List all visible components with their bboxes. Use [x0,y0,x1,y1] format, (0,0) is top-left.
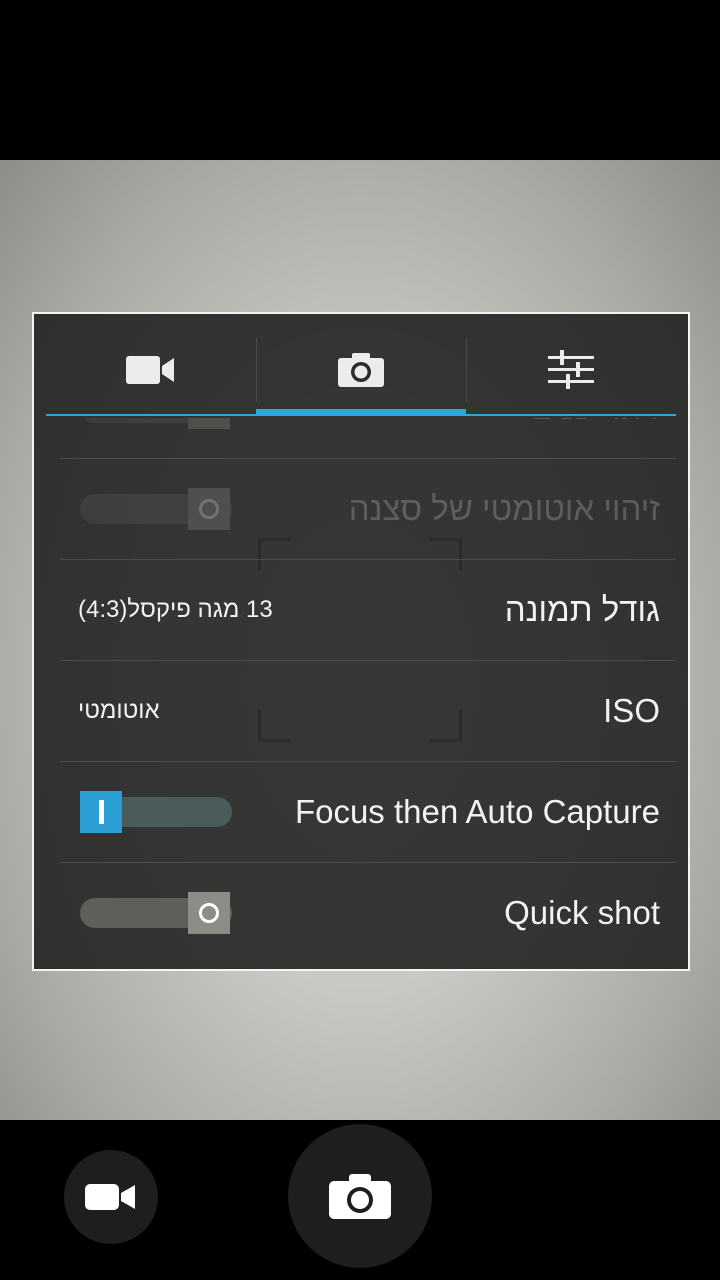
setting-label: ISO [603,692,660,729]
shutter-button[interactable] [288,1124,432,1268]
video-camera-icon [126,356,174,384]
setting-picture-size[interactable]: גודל תמונה 13 מגה פיקסל(4:3) [60,560,676,661]
tab-photo-settings[interactable] [256,338,466,402]
camera-icon [338,353,384,387]
focus-auto-capture-toggle[interactable] [80,791,232,833]
settings-list[interactable]: זיהוי פנים זיהוי אוטומטי של סצנה גודל תמ… [34,418,688,969]
setting-iso[interactable]: ISO אוטומטי [60,661,676,762]
settings-tabs [46,314,676,416]
tab-general-settings[interactable] [466,338,676,402]
face-detection-toggle[interactable] [80,418,232,429]
quick-shot-toggle[interactable] [80,892,232,934]
record-video-button[interactable] [64,1150,158,1244]
setting-value: אוטומטי [78,697,160,724]
setting-label: Focus then Auto Capture [294,793,660,830]
setting-label: זיהוי אוטומטי של סצנה [348,490,660,527]
setting-label: זיהוי פנים [531,418,660,458]
setting-label: גודל תמונה [504,591,660,628]
selected-tab-indicator [256,409,466,416]
sliders-icon [548,350,594,389]
setting-face-detection[interactable]: זיהוי פנים [60,418,676,459]
setting-value: 13 מגה פיקסל(4:3) [78,596,273,623]
camera-icon [329,1174,391,1219]
setting-label: Quick shot [504,894,660,931]
bottom-controls-bar [0,1120,720,1280]
auto-scene-toggle[interactable] [80,488,232,530]
setting-auto-scene-detection[interactable]: זיהוי אוטומטי של סצנה [60,459,676,560]
video-camera-icon [85,1184,135,1210]
top-black-bar [0,0,720,160]
setting-quick-shot[interactable]: Quick shot [60,863,676,963]
tab-video-settings[interactable] [46,338,256,402]
settings-panel: זיהוי פנים זיהוי אוטומטי של סצנה גודל תמ… [32,312,690,971]
setting-focus-auto-capture[interactable]: Focus then Auto Capture [60,762,676,863]
